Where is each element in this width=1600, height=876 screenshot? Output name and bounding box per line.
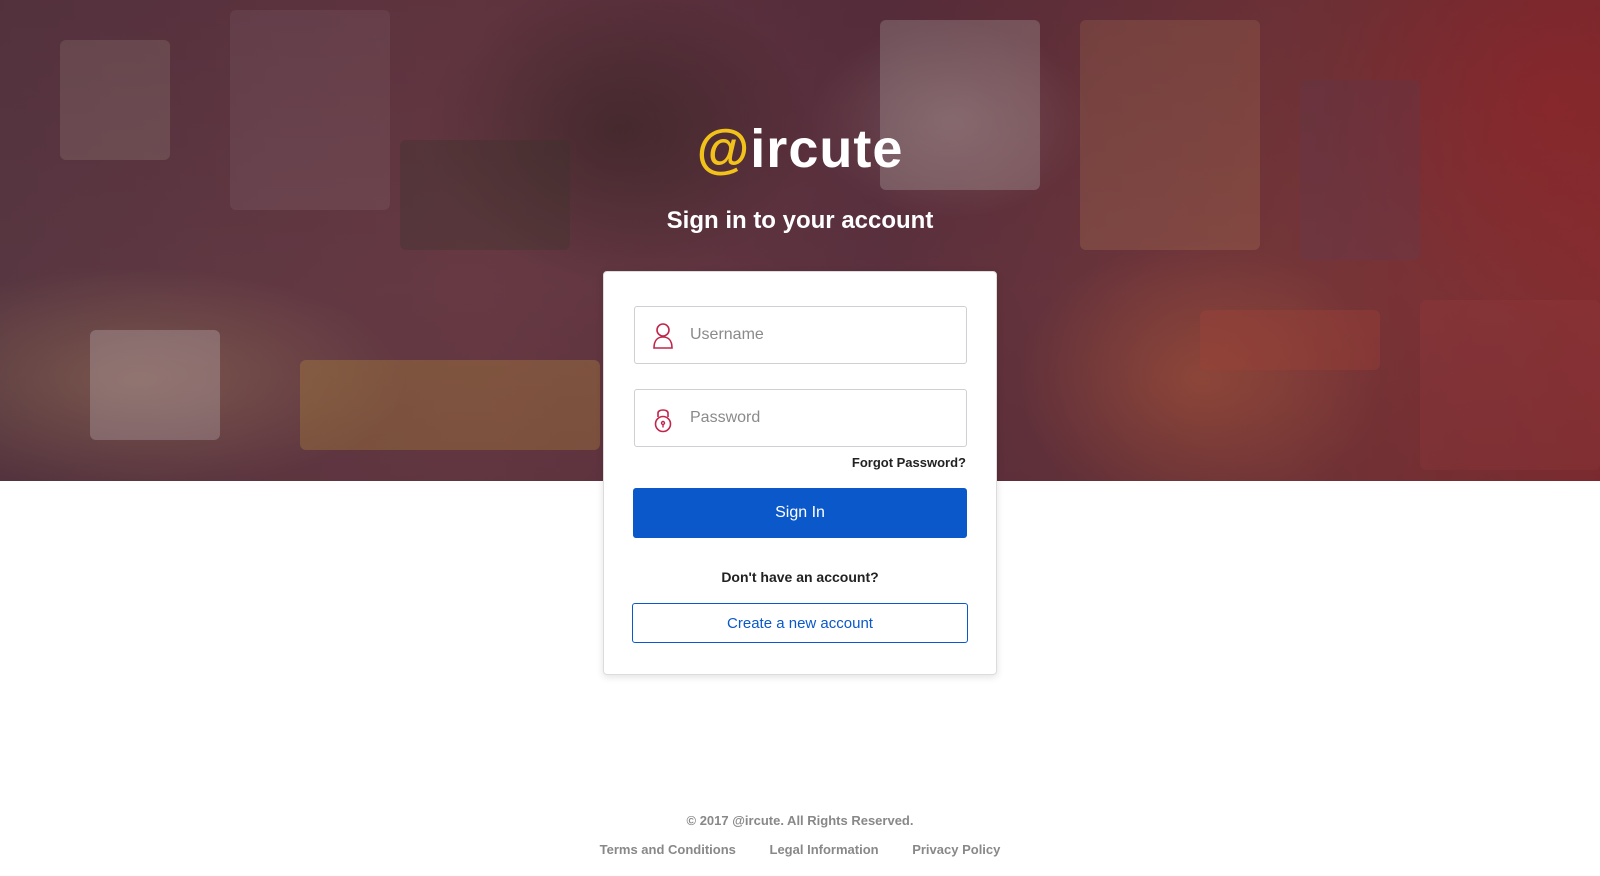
logo: @ircute	[0, 118, 1600, 184]
signin-card: Forgot Password? Sign In Don't have an a…	[603, 271, 997, 675]
logo-wordmark: ircute	[750, 119, 904, 179]
legal-information-link[interactable]: Legal Information	[770, 842, 879, 857]
username-input[interactable]	[690, 307, 955, 363]
user-icon	[651, 322, 675, 350]
page-title: Sign in to your account	[666, 207, 934, 234]
footer-links: Terms and Conditions Legal Information P…	[0, 842, 1600, 857]
terms-link[interactable]: Terms and Conditions	[600, 842, 736, 857]
password-input[interactable]	[690, 390, 955, 446]
sign-in-button[interactable]: Sign In	[633, 488, 967, 538]
no-account-text: Don't have an account?	[721, 569, 879, 585]
create-account-button[interactable]: Create a new account	[632, 603, 968, 643]
password-field[interactable]	[634, 389, 967, 447]
lock-icon	[651, 405, 675, 433]
copyright-text: © 2017 @ircute. All Rights Reserved.	[686, 813, 914, 828]
privacy-policy-link[interactable]: Privacy Policy	[912, 842, 1000, 857]
logo-at-symbol: @	[696, 119, 751, 179]
forgot-password-link[interactable]: Forgot Password?	[852, 455, 966, 470]
username-field[interactable]	[634, 306, 967, 364]
